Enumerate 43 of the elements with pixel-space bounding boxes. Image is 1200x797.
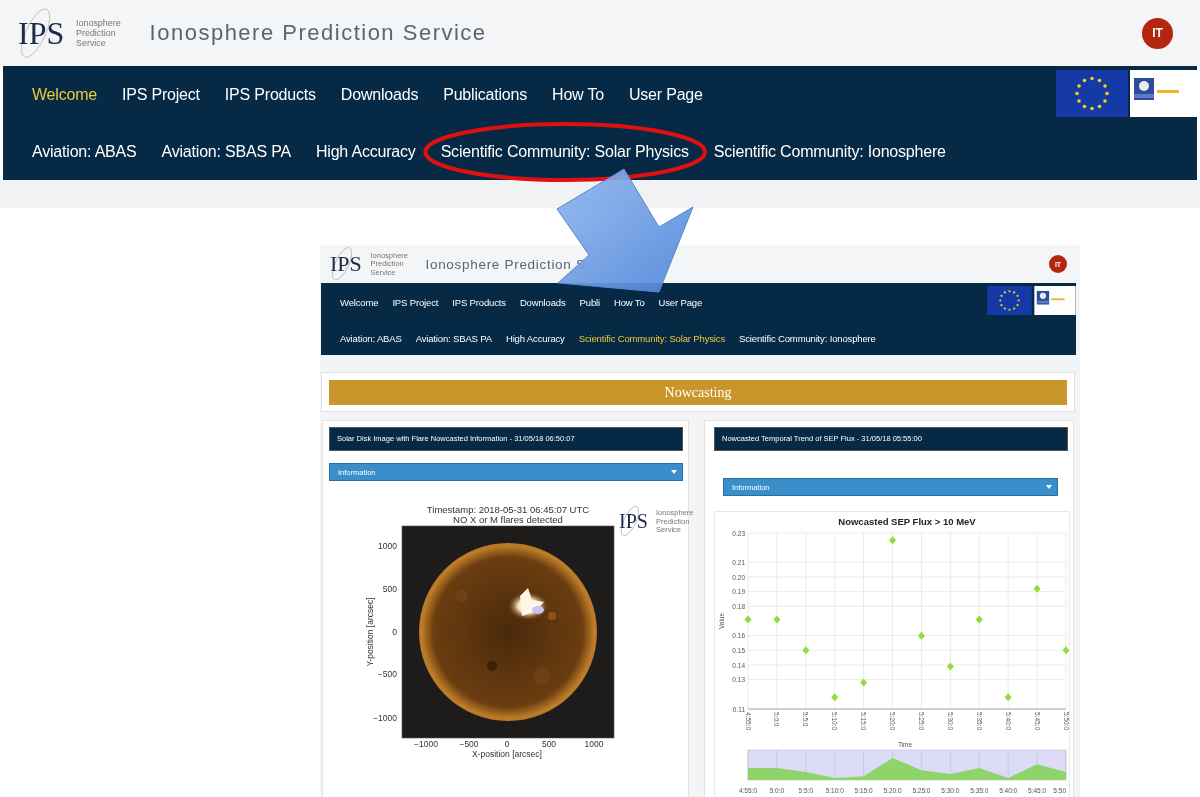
nav-link[interactable]: Scientific Community: Ionosphere — [713, 142, 946, 160]
user-avatar[interactable]: IT — [1142, 17, 1173, 49]
plot-title: NO X or M flares detected — [453, 514, 563, 525]
nav-link[interactable]: Aviation: SBAS PA — [415, 333, 492, 344]
nav-link[interactable]: IPS Project — [392, 297, 439, 308]
nav-link[interactable]: Welcome — [340, 297, 379, 308]
nav-link[interactable]: Publications — [443, 85, 528, 103]
nav-link[interactable]: Welcome — [32, 85, 97, 103]
nav-link[interactable]: High Accuracy — [315, 142, 416, 160]
axis-tick-label: 0 — [504, 739, 510, 749]
axis-title: X-position [arcsec] — [472, 749, 542, 759]
axis-title: Y-position [arcsec] — [365, 597, 375, 667]
chart-title: Nowcasted SEP Flux > 10 MeV — [838, 516, 976, 527]
nav-link[interactable]: Publi — [579, 297, 600, 308]
nav-link[interactable]: IPS Products — [224, 85, 316, 103]
nav-link[interactable]: IPS Products — [452, 297, 506, 308]
nav-link[interactable]: Aviation: ABAS — [32, 142, 137, 160]
axis-tick-label: 0 — [392, 627, 397, 637]
axis-tick-label: 1000 — [378, 541, 397, 551]
nav-link[interactable]: User Page — [658, 297, 703, 308]
nav-link[interactable]: Aviation: ABAS — [340, 333, 402, 344]
site-title: Ionosphere Prediction S — [425, 256, 586, 272]
axis-tick-label: 1000 — [584, 739, 604, 749]
nav-link[interactable]: High Accuracy — [505, 333, 565, 344]
nav-link[interactable]: Downloads — [519, 297, 566, 308]
axis-tick-label: 500 — [382, 584, 397, 594]
ips-logo: IPS Ionosphere Prediction Service — [18, 5, 124, 61]
axis-tick-label: −1000 — [414, 739, 438, 749]
site-title: Ionosphere Prediction Service — [149, 20, 487, 46]
nav-link[interactable]: Downloads — [340, 85, 419, 103]
nav-link[interactable]: How To — [552, 85, 604, 103]
nav-link[interactable]: Scientific Community: Ionosphere — [739, 333, 876, 344]
axis-tick-label: 500 — [541, 739, 557, 749]
section-title: Nowcasting — [329, 380, 1067, 405]
axis-tick-label: −1000 — [373, 713, 397, 723]
nav-link[interactable]: IPS Project — [122, 85, 200, 103]
plot-title: Timestamp: 2018-05-31 06:45:07 UTC — [426, 504, 590, 515]
nav-link[interactable]: How To — [613, 297, 645, 308]
nav-link[interactable]: Aviation: SBAS PA — [161, 142, 291, 160]
nav-link[interactable]: Scientific Community: Solar Physics — [578, 333, 725, 344]
axis-tick-label: −500 — [377, 669, 397, 679]
axis-tick-label: −500 — [459, 739, 479, 749]
nav-link[interactable]: User Page — [628, 85, 703, 103]
